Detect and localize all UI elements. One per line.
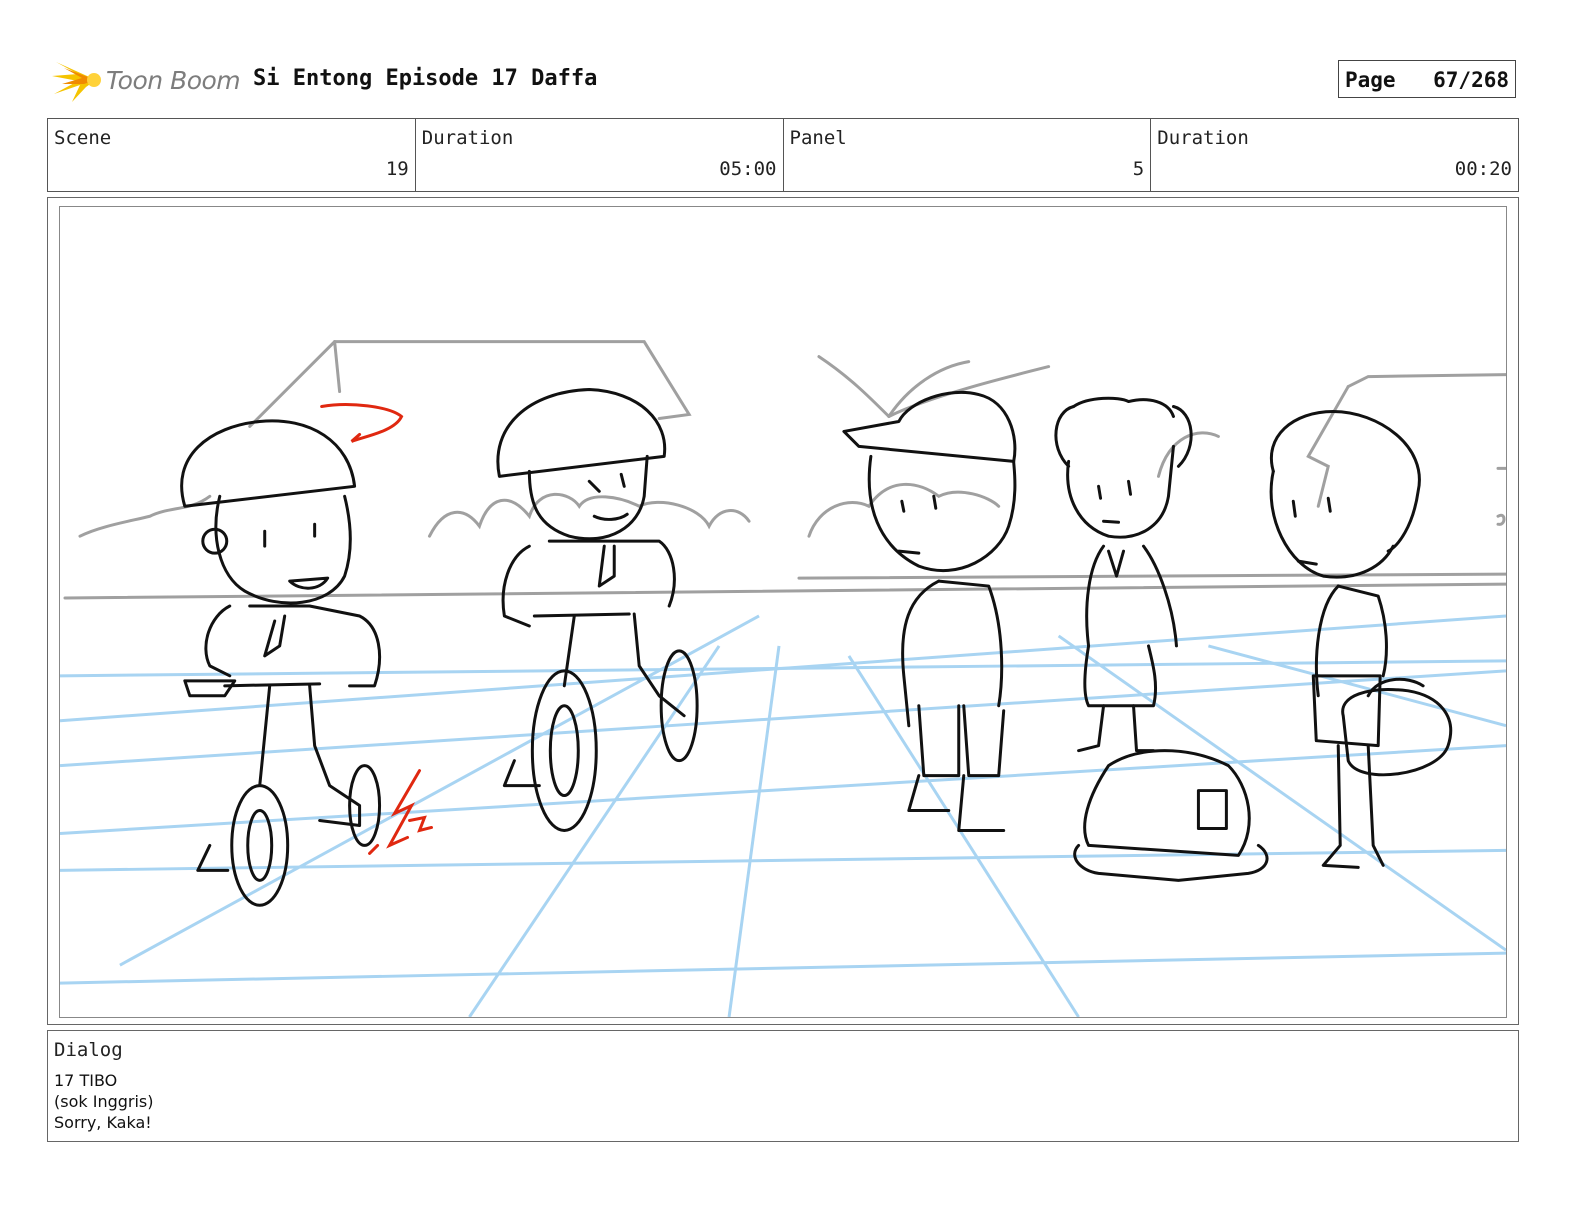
star-burst-icon xyxy=(52,62,101,102)
panel-duration-value: 00:20 xyxy=(1454,158,1512,180)
scene-value: 19 xyxy=(385,158,409,180)
scene-info-bar: Scene 19 Duration 05:00 Panel 5 Duration… xyxy=(47,118,1519,192)
panel-label: Panel xyxy=(789,127,847,149)
dialog-label: Dialog xyxy=(54,1039,123,1061)
panel-drawing-area xyxy=(59,206,1507,1018)
scene-duration-value: 05:00 xyxy=(719,158,777,180)
storyboard-header: Toon Boom Si Entong Episode 17 Daffa Pag… xyxy=(48,50,1520,110)
panel-duration-label: Duration xyxy=(1157,127,1249,149)
dialog-lines: 17 TIBO (sok Inggris) Sorry, Kaka! xyxy=(54,1070,154,1133)
scene-cell: Scene 19 xyxy=(48,119,416,191)
page-label: Page xyxy=(1345,68,1396,92)
dialog-line: 17 TIBO xyxy=(54,1071,118,1090)
scene-label: Scene xyxy=(54,127,112,149)
panel-cell: Panel 5 xyxy=(784,119,1152,191)
scene-duration-label: Duration xyxy=(421,127,514,149)
toon-boom-logo: Toon Boom xyxy=(50,54,241,106)
panel-value: 5 xyxy=(1132,158,1145,180)
background-sketch xyxy=(63,340,1506,600)
scene-duration-cell: Duration 05:00 xyxy=(416,119,784,191)
panel-sketch xyxy=(60,340,1506,1017)
storyboard-panel xyxy=(47,197,1519,1025)
page-indicator: Page 67/268 xyxy=(1338,60,1516,98)
character-boy-bag xyxy=(1269,409,1453,869)
logo-text: Toon Boom xyxy=(106,66,241,95)
page-number: 67/268 xyxy=(1433,68,1509,92)
character-biker-middle xyxy=(496,388,699,832)
character-boy-cap xyxy=(842,390,1017,832)
document-title: Si Entong Episode 17 Daffa xyxy=(253,66,598,91)
dialog-line: Sorry, Kaka! xyxy=(54,1113,152,1132)
perspective-grid xyxy=(60,614,1506,1017)
dialog-box: Dialog 17 TIBO (sok Inggris) Sorry, Kaka… xyxy=(47,1030,1519,1142)
dialog-line: (sok Inggris) xyxy=(54,1092,154,1111)
character-biker-left xyxy=(180,419,382,907)
panel-duration-cell: Duration 00:20 xyxy=(1151,119,1518,191)
